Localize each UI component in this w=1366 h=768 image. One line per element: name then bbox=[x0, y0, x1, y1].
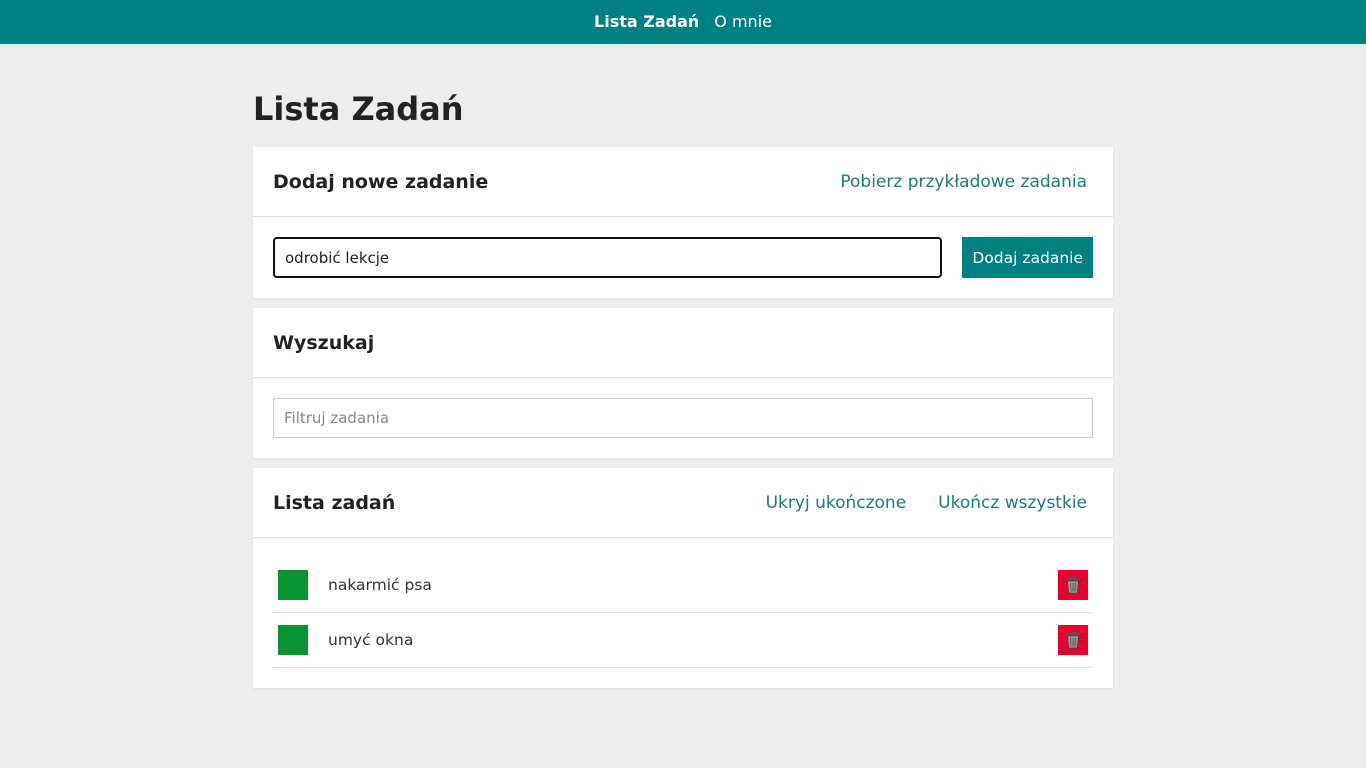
top-nav: Lista Zadań O mnie bbox=[0, 0, 1366, 44]
task-list-header: Lista zadań Ukryj ukończone Ukończ wszys… bbox=[253, 468, 1113, 538]
task-done-toggle[interactable] bbox=[278, 625, 308, 655]
trash-icon bbox=[1066, 631, 1080, 649]
delete-task-button[interactable] bbox=[1058, 625, 1088, 655]
delete-task-button[interactable] bbox=[1058, 570, 1088, 600]
search-title: Wyszukaj bbox=[273, 331, 375, 354]
task-list-card: Lista zadań Ukryj ukończone Ukończ wszys… bbox=[253, 468, 1113, 688]
nav-item-o-mnie[interactable]: O mnie bbox=[714, 12, 772, 32]
task-text: umyć okna bbox=[328, 631, 414, 649]
task-item: nakarmić psa bbox=[273, 558, 1093, 613]
search-card: Wyszukaj bbox=[253, 308, 1113, 458]
hide-completed-link[interactable]: Ukryj ukończone bbox=[766, 493, 907, 513]
page-title: Lista Zadań bbox=[253, 90, 464, 128]
filter-tasks-input[interactable] bbox=[273, 398, 1093, 438]
add-task-row: Dodaj zadanie bbox=[273, 237, 1093, 278]
task-list-actions: Ukryj ukończone Ukończ wszystkie bbox=[766, 493, 1087, 513]
trash-icon bbox=[1066, 576, 1080, 594]
task-done-toggle[interactable] bbox=[278, 570, 308, 600]
load-sample-tasks-link[interactable]: Pobierz przykładowe zadania bbox=[840, 172, 1087, 192]
task-list-title: Lista zadań bbox=[273, 491, 396, 514]
search-body bbox=[253, 378, 1113, 458]
add-task-title: Dodaj nowe zadanie bbox=[273, 170, 489, 193]
add-task-button[interactable]: Dodaj zadanie bbox=[962, 237, 1093, 278]
main-content: Lista Zadań Dodaj nowe zadanie Pobierz p… bbox=[253, 44, 1113, 688]
complete-all-link[interactable]: Ukończ wszystkie bbox=[938, 493, 1087, 513]
new-task-input[interactable] bbox=[273, 237, 943, 278]
task-list: nakarmić psa umyć okna bbox=[253, 538, 1113, 688]
add-task-card: Dodaj nowe zadanie Pobierz przykładowe z… bbox=[253, 147, 1113, 298]
nav-item-lista-zadan[interactable]: Lista Zadań bbox=[594, 12, 699, 32]
task-text: nakarmić psa bbox=[328, 576, 432, 594]
search-header: Wyszukaj bbox=[253, 308, 1113, 378]
add-task-body: Dodaj zadanie bbox=[253, 217, 1113, 298]
task-item: umyć okna bbox=[273, 613, 1093, 668]
add-task-header: Dodaj nowe zadanie Pobierz przykładowe z… bbox=[253, 147, 1113, 217]
